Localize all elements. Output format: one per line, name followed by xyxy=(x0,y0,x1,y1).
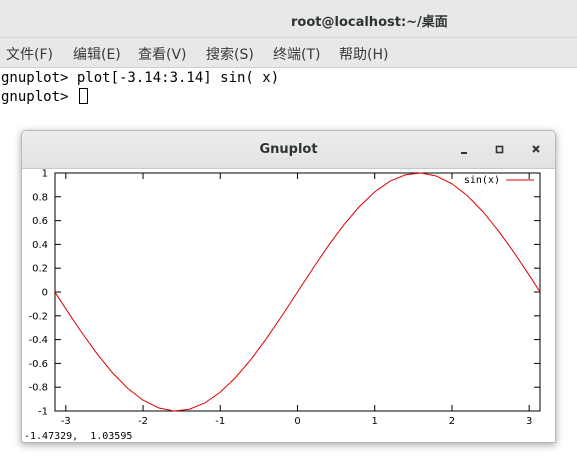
close-icon xyxy=(532,145,540,153)
menu-edit[interactable]: 编辑(E) xyxy=(73,44,121,64)
x-tick-label: -1 xyxy=(215,416,225,427)
gnuplot-window: Gnuplot -3 -2 -1 0 1 2 3 -1 -0.8 -0.6 -0.4 -0.2 0 0.2… xyxy=(21,130,556,443)
gnuplot-titlebar[interactable]: Gnuplot xyxy=(22,131,555,169)
x-tick-label: 0 xyxy=(294,416,300,427)
terminal-line-prompt: gnuplot> xyxy=(1,88,88,105)
terminal-titlebar[interactable]: root@localhost:~/桌面 xyxy=(0,0,577,38)
menu-terminal[interactable]: 终端(T) xyxy=(273,44,320,64)
y-tick-label: -0.4 xyxy=(28,335,48,346)
x-tick-label: 3 xyxy=(526,416,532,427)
y-tick-label: -0.8 xyxy=(28,383,48,394)
mouse-coordinates: -1.47329, 1.03595 xyxy=(24,431,133,442)
maximize-icon xyxy=(495,145,504,154)
y-tick-label: -0.6 xyxy=(28,359,48,370)
x-tick-label: 2 xyxy=(449,416,455,427)
y-tick-label: 0.2 xyxy=(32,264,48,275)
menu-search[interactable]: 搜索(S) xyxy=(206,44,254,64)
y-tick-label: -1 xyxy=(38,407,48,418)
menu-view[interactable]: 查看(V) xyxy=(138,44,187,64)
y-tick-label: 0 xyxy=(42,288,48,299)
x-tick-label: -2 xyxy=(138,416,148,427)
gnuplot-title: Gnuplot xyxy=(259,142,318,157)
menu-help[interactable]: 帮助(H) xyxy=(339,44,388,64)
terminal-line-command: gnuplot> plot[-3.14:3.14] sin( x) xyxy=(1,70,280,86)
x-tick-label: -3 xyxy=(61,416,71,427)
y-tick-label: 1 xyxy=(42,169,48,180)
text-cursor xyxy=(78,88,88,104)
series-line-sin xyxy=(54,172,541,412)
y-tick-label: 0.6 xyxy=(32,216,48,227)
y-tick-label: -0.2 xyxy=(28,311,48,322)
prompt-text: gnuplot> xyxy=(1,89,77,105)
close-button[interactable] xyxy=(527,140,547,160)
y-tick-label: 0.4 xyxy=(32,240,48,251)
maximize-button[interactable] xyxy=(491,140,511,160)
minimize-button[interactable] xyxy=(455,140,475,160)
terminal-menubar: 文件(F) 编辑(E) 查看(V) 搜索(S) 终端(T) 帮助(H) xyxy=(0,38,577,68)
menu-file[interactable]: 文件(F) xyxy=(6,44,53,64)
legend-label: sin(x) xyxy=(464,175,500,186)
x-tick-label: 1 xyxy=(372,416,378,427)
sine-chart: -3 -2 -1 0 1 2 3 -1 -0.8 -0.6 -0.4 -0.2 0 0.2 0.4 0.6 0.… xyxy=(28,169,541,427)
gnuplot-plot-area[interactable]: -3 -2 -1 0 1 2 3 -1 -0.8 -0.6 -0.4 -0.2 0 0.2 0.4 0.6 0.… xyxy=(22,169,555,442)
minimize-icon xyxy=(461,152,467,154)
y-tick-label: 0.8 xyxy=(32,192,48,203)
terminal-title: root@localhost:~/桌面 xyxy=(291,15,448,30)
